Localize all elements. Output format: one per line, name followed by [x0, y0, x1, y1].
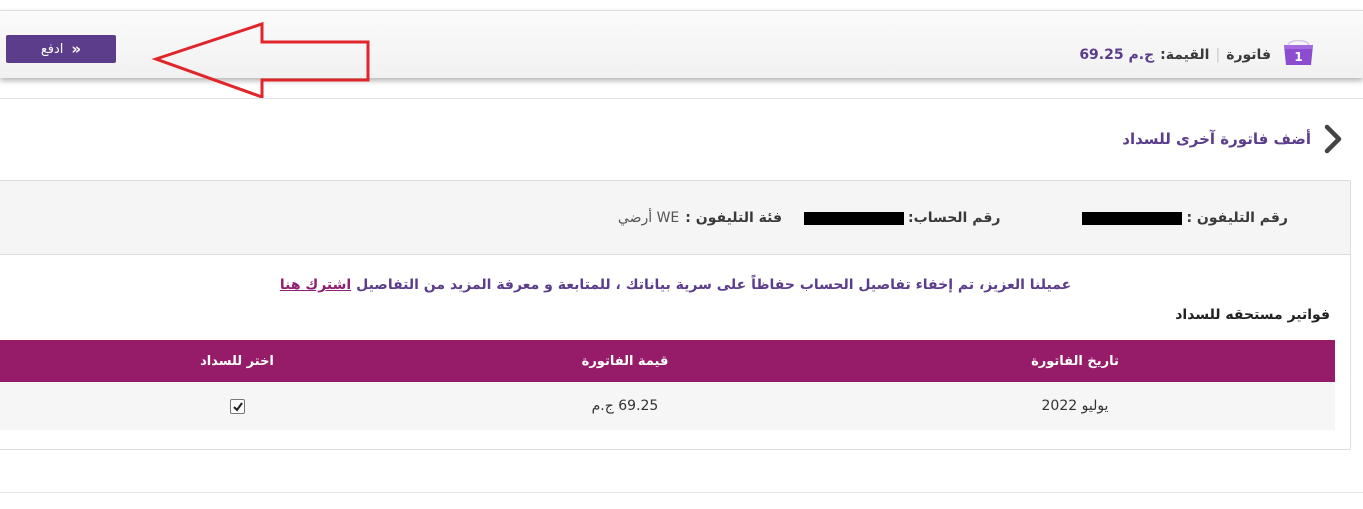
account-info-header: رقم التليفون : رقم الحساب: فئة التليفون …	[0, 181, 1350, 255]
bill-label: فاتورة	[1226, 47, 1271, 63]
bill-date-cell: يوليو 2022	[1041, 398, 1109, 414]
select-bill-checkbox[interactable]	[229, 398, 245, 414]
phone-type-value: WE أرضي	[617, 210, 680, 226]
checkmark-icon	[232, 401, 243, 412]
top-summary-bar: ادفع » فاتورة | القيمة: ج.م 69.25 1	[0, 10, 1363, 100]
value-label: القيمة:	[1160, 47, 1210, 63]
due-bills-table: تاريخ الفاتورة قيمة الفاتورة اختر للسداد…	[0, 340, 1335, 430]
column-header-date: تاريخ الفاتورة	[1031, 353, 1119, 369]
phone-number-label: رقم التليفون :	[1186, 210, 1288, 226]
privacy-notice: عميلنا العزيز، تم إخفاء تفاصيل الحساب حف…	[0, 277, 1352, 293]
pay-button[interactable]: ادفع »	[6, 35, 116, 63]
select-cell	[0, 398, 395, 414]
account-number-label: رقم الحساب:	[908, 210, 1001, 226]
divider-bottom	[0, 492, 1363, 493]
table-row: يوليو 2022 69.25 ج.م	[0, 382, 1335, 430]
pay-button-label: ادفع	[40, 41, 64, 57]
column-header-amount: قيمة الفاتورة	[581, 353, 669, 369]
red-arrow-annotation	[151, 21, 370, 100]
subscribe-link[interactable]: اشترك هنا	[280, 277, 351, 293]
double-chevron-icon: »	[71, 39, 82, 58]
cart-icon[interactable]: 1	[1281, 40, 1316, 67]
notice-text: عميلنا العزيز، تم إخفاء تفاصيل الحساب حف…	[356, 277, 1072, 293]
cart-summary: فاتورة | القيمة: ج.م 69.25	[1079, 47, 1271, 63]
summary-divider: |	[1215, 47, 1221, 63]
account-number-redacted	[804, 211, 905, 225]
bill-details-panel: رقم التليفون : رقم الحساب: فئة التليفون …	[0, 180, 1351, 450]
bill-amount-cell: 69.25 ج.م	[591, 398, 659, 414]
chevron-right-icon	[1324, 124, 1342, 154]
divider-top	[0, 98, 1363, 99]
value-amount: ج.م 69.25	[1079, 47, 1155, 63]
table-header: تاريخ الفاتورة قيمة الفاتورة اختر للسداد	[0, 340, 1335, 382]
column-header-select: اختر للسداد	[200, 353, 274, 369]
cart-count: 1	[1294, 50, 1302, 64]
account-info-row: رقم التليفون : رقم الحساب: فئة التليفون …	[618, 210, 1288, 226]
add-another-bill-link[interactable]: أضف فاتورة آخرى للسداد	[1122, 124, 1343, 154]
phone-number-redacted	[1082, 211, 1183, 225]
add-bill-label: أضف فاتورة آخرى للسداد	[1122, 130, 1311, 148]
due-bills-title: فواتير مستحقه للسداد	[1175, 307, 1330, 323]
phone-type-label: فئة التليفون :	[685, 210, 783, 226]
